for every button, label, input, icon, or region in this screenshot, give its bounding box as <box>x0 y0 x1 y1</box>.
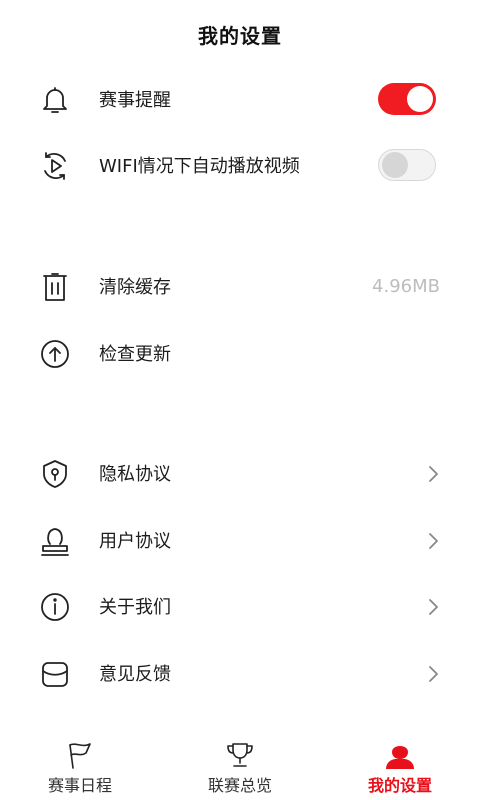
chevron-right-icon <box>429 599 438 615</box>
user-icon <box>386 746 414 769</box>
wifi-autoplay-toggle[interactable] <box>378 149 436 181</box>
tab-my-settings[interactable]: 我的设置 <box>320 730 480 800</box>
toggle-knob <box>382 152 408 178</box>
shield-icon <box>43 460 67 488</box>
privacy-policy-label: 隐私协议 <box>99 464 171 485</box>
event-reminder-row: 赛事提醒 <box>0 66 480 132</box>
tab-schedule[interactable]: 赛事日程 <box>0 730 160 800</box>
toggle-knob <box>407 86 433 112</box>
wifi-autoplay-row: WIFI情况下自动播放视频 <box>0 132 480 198</box>
page-header: 我的设置 <box>0 0 480 68</box>
event-reminder-toggle[interactable] <box>378 83 436 115</box>
info-icon <box>41 593 69 621</box>
page-title: 我的设置 <box>198 23 282 48</box>
cache-size: 4.96MB <box>372 275 440 297</box>
tab-schedule-label: 赛事日程 <box>47 776 112 795</box>
trash-icon <box>43 273 67 301</box>
wifi-autoplay-label: WIFI情况下自动播放视频 <box>99 156 300 177</box>
trophy-icon <box>227 743 253 767</box>
feedback-row[interactable]: 意见反馈 <box>0 640 480 706</box>
bottom-tab-bar: 赛事日程 联赛总览 我的设置 <box>0 730 480 800</box>
about-us-label: 关于我们 <box>99 597 171 618</box>
chevron-right-icon <box>429 666 438 682</box>
tab-my-settings-label: 我的设置 <box>367 776 432 795</box>
feedback-box-icon <box>42 662 68 687</box>
privacy-policy-row[interactable]: 隐私协议 <box>0 440 480 506</box>
chevron-right-icon <box>429 533 438 549</box>
stamp-icon <box>41 528 69 556</box>
tab-league-overview[interactable]: 联赛总览 <box>160 730 320 800</box>
check-update-row[interactable]: 检查更新 <box>0 320 480 386</box>
arrow-up-circle-icon <box>41 340 69 368</box>
play-circle-icon <box>44 152 66 180</box>
tab-league-overview-label: 联赛总览 <box>207 776 272 795</box>
about-us-row[interactable]: 关于我们 <box>0 573 480 639</box>
user-agreement-row[interactable]: 用户协议 <box>0 507 480 573</box>
clear-cache-row[interactable]: 清除缓存 4.96MB <box>0 253 480 319</box>
clear-cache-label: 清除缓存 <box>99 277 171 298</box>
chevron-right-icon <box>429 466 438 482</box>
check-update-label: 检查更新 <box>99 344 171 365</box>
event-reminder-label: 赛事提醒 <box>99 90 171 111</box>
user-agreement-label: 用户协议 <box>99 531 171 552</box>
flag-icon <box>69 743 91 769</box>
feedback-label: 意见反馈 <box>99 664 171 685</box>
bell-icon <box>43 87 67 113</box>
